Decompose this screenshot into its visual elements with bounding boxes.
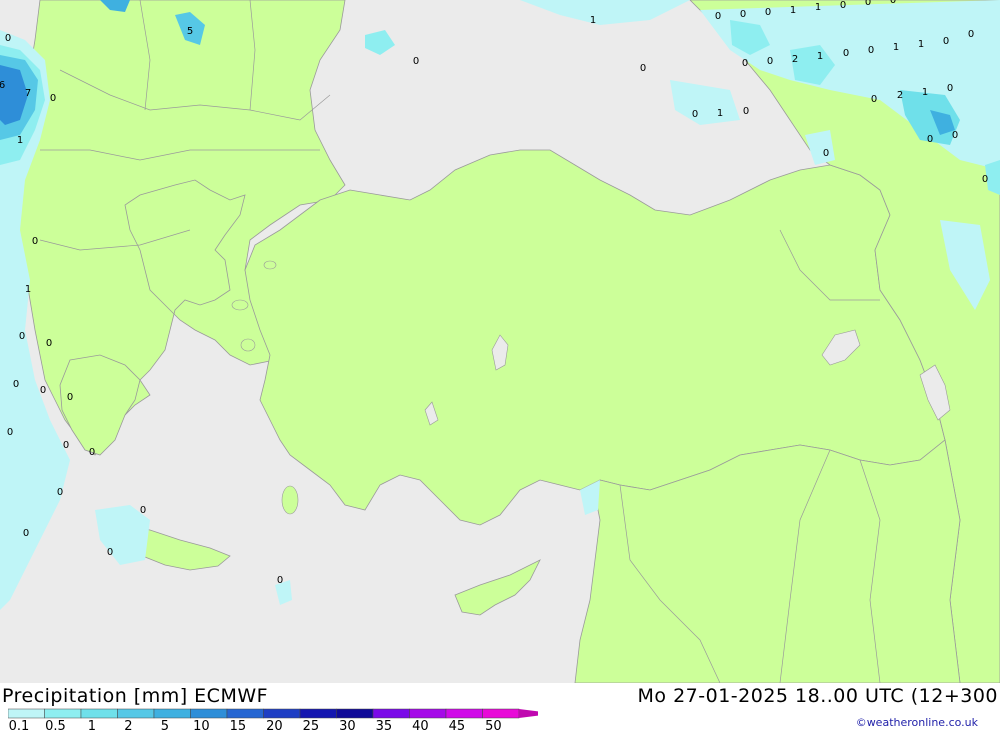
precip-value-label: 0 [63,440,69,451]
scale-tick-label: 40 [412,719,429,734]
precip-value-label: 0 [743,106,749,117]
precip-value-label: 0 [277,575,283,586]
precip-value-label: 6 [0,80,5,91]
scale-tick-label: 50 [485,719,502,734]
precip-value-label: 0 [89,447,95,458]
scale-swatch [445,708,483,719]
precip-value-label: 0 [947,83,953,94]
precip-value-label: 1 [893,42,899,53]
precip-value-label: 1 [717,108,723,119]
scale-swatch [263,708,301,719]
precip-value-label: 7 [25,88,31,99]
precip-value-label: 0 [107,547,113,558]
scale-swatch [44,708,82,719]
precip-value-label: 0 [67,392,73,403]
precip-value-label: 1 [918,39,924,50]
precip-value-label: 0 [46,338,52,349]
scale-tick-label: 30 [339,719,356,734]
scale-ticks: 0.1 0.5 1 2 5 10 15 20 25 30 35 40 45 50 [0,719,520,734]
precip-value-label: 0 [13,379,19,390]
precip-value-label: 0 [742,58,748,69]
precip-value-label: 0 [767,56,773,67]
scale-swatch [299,708,337,719]
precip-value-label: 0 [7,427,13,438]
scale-tick-label: 15 [229,719,247,734]
precip-value-label: 0 [765,7,771,18]
precip-value-label: 0 [823,148,829,159]
precip-value-label: 0 [19,331,25,342]
scale-tick-label: 0.1 [8,719,30,734]
precip-value-label: 0 [5,33,11,44]
precip-value-label: 1 [25,284,31,295]
precip-value-label: 0 [868,45,874,56]
precip-value-label: 0 [40,385,46,396]
precip-value-label: 0 [740,9,746,20]
scale-tick-label: 1 [87,719,97,734]
scale-swatch [190,708,228,719]
precip-value-label: 0 [952,130,958,141]
precip-value-label: 0 [843,48,849,59]
precipitation-map: 5 0 6 7 0 1 0 1 0 0 0 0 0 0 0 0 0 0 0 0 0 0 1 0 0 0 0 1 1 0 0 0 0 0 2 1 0 0 1 1… [0,0,1000,684]
footer-bar: Precipitation [mm] ECMWF Mo 27-01-2025 1… [0,683,1000,734]
precip-value-label: 1 [815,2,821,13]
scale-tick-label: 10 [193,719,210,734]
scale-tick-label: 45 [448,719,466,734]
valid-datetime: Mo 27-01-2025 18..00 UTC (12+300 [637,685,998,707]
precip-value-label: 1 [790,5,796,16]
precip-value-label: 0 [943,36,949,47]
scale-tick-label: 25 [302,719,320,734]
scale-tick-label: 0.5 [45,719,66,734]
precip-value-label: 0 [50,93,56,104]
precip-value-label: 0 [413,56,419,67]
map-canvas: 5 0 6 7 0 1 0 1 0 0 0 0 0 0 0 0 0 0 0 0 0 0 1 0 0 0 0 1 1 0 0 0 0 0 2 1 0 0 1 1… [0,0,1000,684]
precip-value-label: 1 [590,15,596,26]
precip-value-label: 0 [23,528,29,539]
scale-swatch [372,708,410,719]
precip-value-label: 0 [927,134,933,145]
precip-value-label: 0 [871,94,877,105]
precip-value-label: 0 [715,11,721,22]
precip-value-label: 0 [692,109,698,120]
precip-value-label: 0 [32,236,38,247]
precip-value-label: 0 [982,174,988,185]
precip-value-label: 0 [840,0,846,11]
precip-value-label: 2 [792,54,798,65]
scale-tick-label: 2 [124,719,133,734]
scale-arrow [519,709,538,718]
precip-value-label: 2 [897,90,903,101]
precip-value-label: 0 [865,0,871,8]
precip-value-label: 0 [140,505,146,516]
precip-value-label: 0 [640,63,646,74]
precip-value-label: 1 [817,51,823,62]
precip-value-label: 1 [922,87,928,98]
precip-value-label: 1 [17,135,23,146]
credit-link[interactable]: ©weatheronline.co.uk [856,716,978,729]
precip-value-label: 0 [968,29,974,40]
precip-value-label: 5 [187,26,193,37]
scale-tick-label: 5 [160,719,170,734]
scale-swatch [80,708,118,719]
scale-swatch [153,708,191,719]
scale-swatch [117,708,155,719]
scale-swatch [8,708,45,719]
scale-swatch [482,708,520,719]
scale-tick-label: 20 [266,719,283,734]
precip-value-label: 0 [57,487,63,498]
scale-swatch [409,708,447,719]
precip-value-label: 0 [890,0,896,6]
scale-swatch [336,708,374,719]
map-title: Precipitation [mm] ECMWF [2,685,269,707]
scale-swatch [226,708,264,719]
scale-tick-label: 35 [375,719,393,734]
